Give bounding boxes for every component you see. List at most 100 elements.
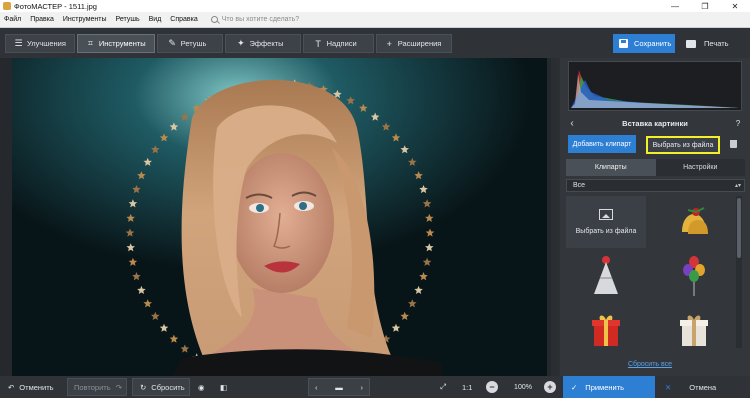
minimize-button[interactable]: — bbox=[660, 0, 690, 12]
compare-button[interactable]: ◧ bbox=[220, 378, 234, 396]
add-clipart-button[interactable]: Добавить клипарт bbox=[568, 135, 636, 153]
undo-button[interactable]: ↶ Отменить bbox=[8, 378, 64, 396]
gift-white-clipart[interactable] bbox=[654, 304, 734, 356]
tab-label: Инструменты bbox=[98, 39, 146, 48]
print-button[interactable]: Печать bbox=[680, 34, 744, 53]
undo-icon: ↶ bbox=[8, 382, 15, 392]
window-controls: — ❐ ✕ bbox=[660, 0, 750, 12]
search-placeholder: Что вы хотите сделать? bbox=[221, 16, 300, 23]
back-arrow-icon[interactable]: ‹ bbox=[565, 115, 579, 131]
tab-effects[interactable]: ✦ Эффекты bbox=[225, 34, 301, 53]
tab-label: Расширения bbox=[397, 39, 442, 48]
compare-icon: ◧ bbox=[220, 382, 228, 392]
actual-size-button[interactable]: 1:1 bbox=[462, 378, 476, 396]
fit-screen-button[interactable]: ⤢ bbox=[440, 378, 452, 396]
tab-improvements[interactable]: ☰ Улучшения bbox=[5, 34, 75, 53]
choose-file-tile[interactable]: Выбрать из файла bbox=[566, 196, 646, 248]
trash-icon bbox=[729, 140, 737, 148]
cancel-label: Отмена bbox=[689, 382, 717, 392]
apply-button[interactable]: ✓ Применить bbox=[563, 376, 655, 398]
close-icon: ✕ bbox=[665, 382, 672, 392]
balloons-clipart[interactable] bbox=[654, 250, 734, 302]
window-title: ФотоМАСТЕР - 1511.jpg bbox=[14, 1, 97, 11]
menu-view[interactable]: Вид bbox=[145, 16, 167, 23]
zoom-in-button[interactable]: + bbox=[544, 378, 558, 396]
subtab-settings[interactable]: Настройки bbox=[655, 159, 745, 176]
reset-icon: ↻ bbox=[140, 382, 147, 392]
photo-preview[interactable] bbox=[12, 58, 547, 376]
checkmark-icon: ✓ bbox=[571, 382, 578, 392]
undo-label: Отменить bbox=[19, 382, 54, 392]
cancel-button[interactable]: ✕ Отмена bbox=[655, 376, 750, 398]
fit-screen-icon: ⤢ bbox=[440, 382, 446, 391]
gift-red-clipart[interactable] bbox=[566, 304, 646, 356]
menu-retouch[interactable]: Ретушь bbox=[112, 16, 145, 23]
floppy-disk-icon bbox=[619, 39, 628, 48]
choose-from-file-button[interactable]: Выбрать из файла bbox=[646, 136, 720, 154]
section-tabs: ☰ Улучшения ⌗ Инструменты ✎ Ретушь ✦ Эфф… bbox=[5, 34, 453, 53]
actual-size-label: 1:1 bbox=[462, 382, 473, 392]
panel-header: ‹ Вставка картинки ? bbox=[565, 115, 745, 131]
plus-icon: + bbox=[386, 38, 392, 49]
crop-icon: ⌗ bbox=[87, 38, 93, 48]
redo-label: Повторить bbox=[74, 382, 111, 392]
redo-icon: ↷ bbox=[115, 382, 122, 392]
zoom-out-button[interactable]: − bbox=[486, 378, 500, 396]
printer-icon bbox=[686, 39, 696, 48]
tab-label: Улучшения bbox=[27, 39, 66, 48]
tab-extensions[interactable]: + Расширения bbox=[375, 34, 453, 53]
app-logo-icon bbox=[3, 2, 11, 10]
minus-icon: − bbox=[486, 381, 498, 393]
magic-wand-icon: ✦ bbox=[237, 38, 245, 48]
menu-edit[interactable]: Правка bbox=[26, 16, 59, 23]
eye-icon: ◉ bbox=[198, 382, 205, 392]
image-canvas[interactable] bbox=[0, 58, 558, 376]
redo-button[interactable]: Повторить ↷ bbox=[67, 378, 127, 396]
text-icon: T bbox=[315, 38, 321, 49]
sliders-icon: ☰ bbox=[14, 38, 23, 48]
bells-clipart[interactable] bbox=[654, 196, 734, 248]
prev-image-icon[interactable]: ‹ bbox=[315, 383, 318, 392]
panel-scrollbar[interactable] bbox=[736, 196, 742, 348]
reset-button[interactable]: ↻ Сбросить bbox=[132, 378, 190, 396]
brush-icon: ✎ bbox=[168, 38, 176, 48]
zoom-level: 100% bbox=[514, 383, 532, 391]
close-window-button[interactable]: ✕ bbox=[720, 0, 750, 12]
menu-help[interactable]: Справка bbox=[166, 16, 202, 23]
menu-bar: Файл Правка Инструменты Ретушь Вид Справ… bbox=[0, 12, 750, 28]
tab-label: Надписи bbox=[326, 39, 357, 48]
preview-eye-button[interactable]: ◉ bbox=[198, 378, 212, 396]
save-button[interactable]: Сохранить bbox=[613, 34, 675, 53]
category-value: Все bbox=[573, 182, 586, 189]
folder-icon[interactable]: ▬ bbox=[335, 383, 343, 392]
chevron-updown-icon: ▴▾ bbox=[734, 183, 741, 189]
command-search[interactable]: Что вы хотите сделать? bbox=[210, 16, 300, 23]
reset-label: Сбросить bbox=[151, 382, 185, 392]
clipart-grid: Выбрать из файла bbox=[566, 196, 734, 354]
menu-file[interactable]: Файл bbox=[0, 16, 26, 23]
histogram bbox=[568, 61, 742, 111]
canvas-scrollbar[interactable] bbox=[551, 58, 558, 376]
delete-button[interactable] bbox=[728, 138, 738, 150]
tab-retouch[interactable]: ✎ Ретушь bbox=[156, 34, 224, 53]
panel-subtabs: Клипарты Настройки bbox=[566, 159, 745, 176]
tab-captions[interactable]: T Надписи bbox=[302, 34, 374, 53]
category-select[interactable]: Все ▴▾ bbox=[566, 179, 745, 192]
menu-tools[interactable]: Инструменты bbox=[59, 16, 112, 23]
portrait-photo bbox=[12, 58, 547, 376]
image-file-icon bbox=[599, 209, 613, 220]
reset-all-link[interactable]: Сбросить все bbox=[566, 361, 734, 368]
right-panel: ‹ Вставка картинки ? Добавить клипарт Вы… bbox=[560, 58, 750, 376]
party-hat-clipart[interactable] bbox=[566, 250, 646, 302]
maximize-button[interactable]: ❐ bbox=[690, 0, 720, 12]
file-navigator: ‹ ▬ › bbox=[308, 378, 370, 396]
tab-label: Ретушь bbox=[180, 39, 207, 48]
next-image-icon[interactable]: › bbox=[361, 383, 364, 392]
tab-label: Эффекты bbox=[249, 39, 284, 48]
print-label: Печать bbox=[704, 39, 729, 48]
subtab-cliparts[interactable]: Клипарты bbox=[566, 159, 656, 176]
help-icon[interactable]: ? bbox=[731, 119, 745, 128]
tab-tools[interactable]: ⌗ Инструменты bbox=[76, 34, 155, 53]
file-tile-label: Выбрать из файла bbox=[575, 228, 637, 235]
title-bar: ФотоМАСТЕР - 1511.jpg — ❐ ✕ bbox=[0, 0, 750, 12]
